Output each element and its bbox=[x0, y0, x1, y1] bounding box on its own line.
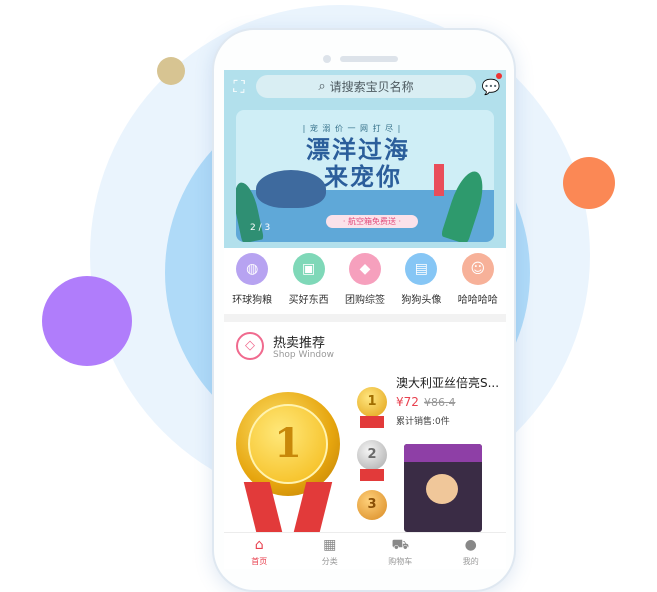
user-icon: ● bbox=[464, 537, 477, 553]
decor-dot-tan bbox=[157, 57, 185, 85]
tab-profile[interactable]: ● 我的 bbox=[446, 533, 496, 569]
category-item[interactable]: ▣ 买好东西 bbox=[281, 253, 337, 314]
search-placeholder: 请搜索宝贝名称 bbox=[329, 80, 414, 94]
category-item[interactable]: ◍ 环球狗粮 bbox=[224, 253, 280, 314]
category-label: 狗狗头像 bbox=[401, 295, 442, 306]
notification-dot bbox=[496, 73, 502, 79]
category-label: 哈哈哈哈 bbox=[457, 295, 498, 306]
banner-page-indicator: 2 / 3 bbox=[250, 223, 271, 233]
tab-label: 我的 bbox=[462, 557, 479, 566]
tab-label: 购物车 bbox=[388, 557, 413, 566]
product-sold-count: 累计销售:0件 bbox=[396, 417, 450, 427]
planet-icon: ◍ bbox=[236, 253, 269, 285]
banner-subtitle: · 航空箱免费送 · bbox=[326, 215, 418, 228]
hot-section: ◇ 热卖推荐 Shop Window 1 1 2 3 澳大利亚丝倍亮S... ¥… bbox=[224, 322, 506, 532]
category-label: 团购综签 bbox=[344, 295, 385, 306]
decor-dot-purple bbox=[42, 276, 132, 366]
photo-icon: ▤ bbox=[405, 253, 438, 285]
banner-title: 漂洋过海 来宠你 bbox=[306, 136, 410, 190]
phone-speaker bbox=[340, 56, 398, 62]
category-item[interactable]: ▤ 狗狗头像 bbox=[393, 253, 449, 314]
banner-tagline: | 宠 溺 价 一 网 打 尽 | bbox=[302, 124, 402, 133]
rank-1-medal-icon: 1 bbox=[357, 387, 387, 417]
header: ⛶ ⌕ 请搜索宝贝名称 💬 | 宠 溺 价 一 网 打 尽 | 漂洋过海 来宠你… bbox=[224, 70, 506, 248]
search-bar[interactable]: ⌕ 请搜索宝贝名称 bbox=[256, 75, 476, 98]
medal-ribbon bbox=[360, 469, 384, 481]
search-icon: ⌕ bbox=[318, 79, 326, 94]
dog-illustration bbox=[426, 474, 458, 504]
bottom-tabbar: ⌂ 首页 ▦ 分类 ⛟ 购物车 ● 我的 bbox=[224, 532, 506, 569]
section-title: 热卖推荐 bbox=[273, 336, 326, 351]
message-icon[interactable]: 💬 bbox=[481, 77, 501, 97]
cart-icon: ⛟ bbox=[391, 537, 410, 553]
lighthouse-illustration bbox=[434, 164, 444, 196]
tag-icon: ◆ bbox=[348, 253, 381, 285]
tab-home[interactable]: ⌂ 首页 bbox=[234, 533, 284, 569]
grid-icon: ▦ bbox=[323, 537, 337, 553]
scan-icon[interactable]: ⛶ bbox=[230, 78, 248, 96]
home-icon: ⌂ bbox=[254, 537, 264, 553]
product-name[interactable]: 澳大利亚丝倍亮S... bbox=[396, 374, 500, 391]
diamond-icon: ◇ bbox=[236, 332, 264, 360]
product-original-price: ¥86.4 bbox=[424, 396, 456, 409]
category-item[interactable]: ☺ 哈哈哈哈 bbox=[450, 253, 506, 314]
tab-cart[interactable]: ⛟ 购物车 bbox=[375, 533, 425, 569]
banner-title-line1: 漂洋过海 bbox=[306, 135, 410, 164]
people-icon: ☺ bbox=[461, 253, 494, 285]
tab-category[interactable]: ▦ 分类 bbox=[305, 533, 355, 569]
category-label: 买好东西 bbox=[288, 295, 329, 306]
rank-2-medal-icon: 2 bbox=[357, 440, 387, 470]
bag-icon: ▣ bbox=[292, 253, 325, 285]
tab-label: 首页 bbox=[251, 557, 268, 566]
app-screen: ⛶ ⌕ 请搜索宝贝名称 💬 | 宠 溺 价 一 网 打 尽 | 漂洋过海 来宠你… bbox=[224, 70, 506, 569]
decor-dot-orange bbox=[563, 157, 615, 209]
category-label: 环球狗粮 bbox=[232, 295, 273, 306]
product-image[interactable] bbox=[404, 444, 482, 532]
gold-medal-number: 1 bbox=[248, 404, 328, 484]
promo-banner[interactable]: | 宠 溺 价 一 网 打 尽 | 漂洋过海 来宠你 · 航空箱免费送 · 2 … bbox=[236, 110, 494, 242]
medal-ribbon bbox=[360, 416, 384, 428]
category-item[interactable]: ◆ 团购综签 bbox=[337, 253, 393, 314]
rank-3-medal-icon: 3 bbox=[357, 490, 387, 520]
product-price: ¥72 bbox=[396, 395, 419, 409]
section-subtitle: Shop Window bbox=[273, 350, 334, 360]
tab-label: 分类 bbox=[321, 557, 338, 566]
phone-camera bbox=[323, 55, 331, 63]
category-row: ◍ 环球狗粮 ▣ 买好东西 ◆ 团购综签 ▤ 狗狗头像 ☺ 哈哈哈哈 bbox=[224, 248, 506, 314]
package-band bbox=[404, 444, 482, 462]
banner-title-line2: 来宠你 bbox=[324, 162, 402, 191]
